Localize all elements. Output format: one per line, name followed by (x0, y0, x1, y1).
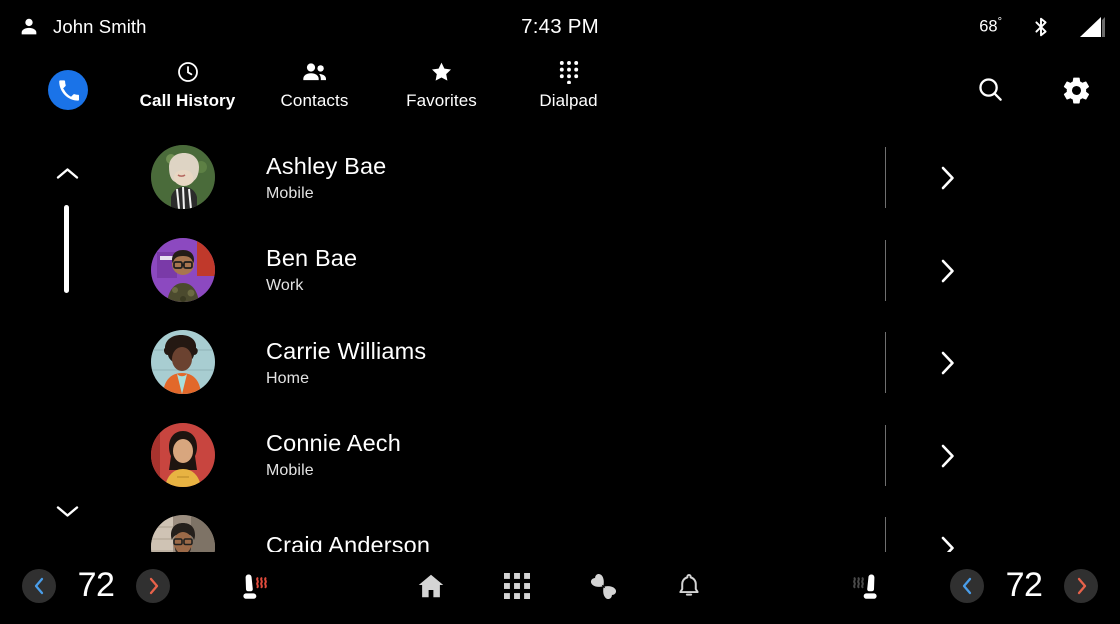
clock: 7:43 PM (521, 14, 599, 38)
row-detail-button[interactable] (938, 443, 958, 469)
row-divider (885, 147, 886, 208)
table-row[interactable]: Connie Aech Mobile (0, 409, 1120, 502)
gear-icon[interactable] (1061, 75, 1092, 106)
home-icon (418, 574, 444, 598)
people-icon (302, 60, 328, 84)
bluetooth-icon (1035, 17, 1047, 36)
notifications-bell-icon (679, 574, 699, 596)
tab-favorites[interactable]: Favorites (378, 60, 505, 111)
dialpad-icon (558, 60, 580, 84)
table-row[interactable]: Ben Bae Work (0, 224, 1120, 317)
row-divider (885, 517, 886, 552)
avatar (151, 145, 215, 210)
tab-label: Dialpad (539, 91, 598, 110)
contact-name: Carrie Williams (266, 337, 427, 364)
row-divider (885, 424, 886, 486)
apps-grid-icon (504, 573, 530, 599)
outside-temperature-value: 68 (979, 17, 998, 36)
contact-info: Ben Bae Work (266, 244, 357, 295)
avatar (151, 422, 215, 487)
contact-name: Ben Bae (266, 245, 358, 272)
notifications-button[interactable] (672, 569, 706, 603)
contact-name: Ashley Bae (266, 152, 387, 179)
home-button[interactable] (414, 569, 448, 603)
contact-number-type: Home (266, 369, 310, 387)
row-divider (885, 332, 886, 393)
passenger-temp-increase-button[interactable] (1064, 568, 1098, 603)
app-bar-actions (976, 75, 1092, 106)
tab-label: Call History (139, 91, 236, 110)
table-row[interactable]: Ashley Bae Mobile (0, 131, 1120, 224)
contact-info: Carrie Williams Home (266, 337, 426, 388)
chevron-right-icon (941, 166, 954, 190)
row-detail-button[interactable] (938, 535, 958, 552)
avatar (151, 237, 215, 302)
clock-icon (176, 60, 200, 84)
chevron-right-icon (941, 351, 954, 375)
phone-app-button[interactable] (48, 70, 88, 110)
contact-info: Ashley Bae Mobile (266, 152, 386, 203)
degree-symbol: ° (997, 16, 1002, 29)
table-row[interactable]: Carrie Williams Home (0, 316, 1120, 409)
climate-button[interactable] (586, 569, 620, 603)
outside-temperature: 68° (979, 16, 1002, 37)
tabs: Call History Contacts Favorites Dialpad (124, 60, 632, 111)
tab-label: Favorites (406, 91, 477, 110)
chevron-right-icon (941, 444, 954, 467)
row-detail-button[interactable] (938, 350, 958, 376)
call-history-list: Ashley Bae Mobile Ben Bae Work Carrie Wi… (0, 131, 1120, 552)
chevron-right-icon (941, 259, 954, 282)
search-icon[interactable] (976, 75, 1005, 104)
chevron-left-icon (962, 577, 971, 594)
contact-name: Connie Aech (266, 430, 401, 457)
status-bar: John Smith 7:43 PM 68° (0, 0, 1120, 53)
chevron-right-icon (941, 536, 954, 552)
row-detail-button[interactable] (938, 165, 958, 191)
passenger-climate-control: 72 (950, 566, 1098, 605)
chevron-right-icon (1077, 577, 1086, 594)
phone-icon (58, 79, 79, 101)
tab-label: Contacts (280, 91, 349, 110)
contact-number-type: Work (266, 277, 304, 295)
passenger-temp-decrease-button[interactable] (950, 568, 984, 603)
contact-info: Craig Anderson (266, 531, 430, 552)
heated-seat-icon (853, 574, 877, 599)
row-divider (885, 239, 886, 301)
contact-name: Craig Anderson (266, 531, 431, 552)
avatar (151, 515, 215, 552)
tab-dialpad[interactable]: Dialpad (505, 60, 632, 111)
climate-fan-icon (590, 573, 616, 599)
passenger-seat-heater-button[interactable] (850, 570, 884, 604)
contact-number-type: Mobile (266, 184, 314, 202)
bottom-system-bar: 72 72 (0, 552, 1120, 624)
contact-number-type: Mobile (266, 462, 314, 480)
signal-strength-icon (1080, 16, 1105, 37)
status-bar-indicators: 68° (979, 15, 1106, 39)
avatar (151, 330, 215, 395)
table-row[interactable]: Craig Anderson (0, 501, 1120, 552)
contact-info: Connie Aech Mobile (266, 429, 401, 480)
apps-button[interactable] (500, 569, 534, 603)
star-icon (429, 60, 454, 84)
contact-rows: Ashley Bae Mobile Ben Bae Work Carrie Wi… (0, 131, 1120, 552)
app-tab-bar: Call History Contacts Favorites Dialpad (0, 53, 1120, 131)
row-detail-button[interactable] (938, 258, 958, 284)
tab-contacts[interactable]: Contacts (251, 60, 378, 111)
tab-call-history[interactable]: Call History (124, 60, 251, 111)
passenger-temperature-value: 72 (1005, 566, 1043, 604)
